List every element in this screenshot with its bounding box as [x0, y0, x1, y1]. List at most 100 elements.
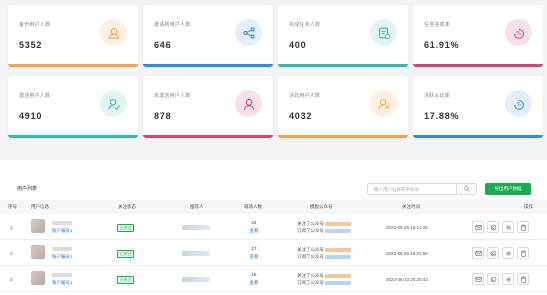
stat-label: 活跃占比率: [424, 93, 451, 99]
stat-accent-bar: [413, 64, 543, 67]
stat-accent-bar: [8, 64, 138, 67]
user-name-blurred: [52, 221, 72, 225]
template-line-2: 订阅了公众号: [297, 280, 351, 286]
row-actions: [472, 273, 529, 285]
user-active-icon: [370, 90, 397, 117]
refresh-icon: [490, 276, 496, 282]
template-line-1: 关注了公众号: [297, 273, 351, 279]
refresh-button[interactable]: [487, 273, 499, 285]
stat-card: 邀请新用户人数 646: [143, 5, 273, 67]
row-index: 1: [10, 225, 13, 230]
search-button[interactable]: [456, 184, 476, 194]
stat-accent-bar: [8, 135, 138, 138]
user-icon: [100, 19, 127, 46]
stat-card: 任务完成率 61.91%%: [413, 5, 543, 67]
stat-value: 400: [289, 40, 307, 50]
trash-icon: [520, 250, 526, 257]
template-line-2: 订阅了公众号: [297, 254, 351, 260]
trash-button[interactable]: [517, 221, 529, 233]
list-button[interactable]: [502, 273, 514, 285]
stat-value: 4032: [289, 111, 313, 121]
col-follow-status: 关注状态: [118, 204, 136, 209]
stat-card: 活跃用户人数 4032: [278, 76, 408, 138]
col-invite-count: 邀请人数: [244, 204, 262, 209]
account-link[interactable]: 账户编号1: [52, 280, 73, 286]
stats-cards: 备份用户人数 5352 邀请新用户人数 646 完成任务人数 400 任务完成率 61.91%…: [0, 0, 547, 148]
table-row: 2 账户编号1 已关注 17 查看 关注了公众号 订阅了公众号 2023-05-25 15:0…: [0, 240, 547, 266]
list-button[interactable]: [502, 247, 514, 259]
stat-accent-bar: [413, 135, 543, 138]
percent-icon: %: [505, 90, 532, 117]
search-box: [367, 183, 477, 195]
stat-value: 878: [154, 111, 172, 121]
table-row: 1 账户编号1 已关注 24 查看 关注了公众号 订阅了公众号 2023-05-25 15:1…: [0, 214, 547, 240]
list-icon: [505, 251, 511, 255]
account-link[interactable]: 账户编号1: [52, 254, 73, 260]
panel-title: 用户列表: [17, 186, 38, 192]
stat-card: 备份用户人数 5352: [8, 5, 138, 67]
svg-text:%: %: [516, 102, 521, 108]
stat-accent-bar: [278, 135, 408, 138]
list-icon: [505, 225, 511, 229]
stat-value: 5352: [19, 40, 43, 50]
refresh-icon: [490, 250, 496, 256]
stat-label: 活跃用户人数: [289, 93, 321, 99]
trash-icon: [520, 276, 526, 283]
mail-button[interactable]: [472, 273, 484, 285]
task-icon: [370, 19, 397, 46]
stat-card: 完成任务人数 400: [278, 5, 408, 67]
mail-icon: [474, 276, 482, 282]
template-line-1: 关注了公众号: [297, 247, 351, 253]
col-user-info: 用户信息: [31, 204, 49, 209]
list-button[interactable]: [502, 221, 514, 233]
trash-button[interactable]: [517, 247, 529, 259]
invite-view-link[interactable]: 查看: [246, 228, 262, 234]
stat-value: 61.91%: [424, 40, 460, 50]
refresh-button[interactable]: [487, 247, 499, 259]
stat-value: 17.88%: [424, 111, 460, 121]
trash-icon: [520, 224, 526, 231]
mail-icon: [474, 250, 482, 256]
mail-button[interactable]: [472, 247, 484, 259]
table-header: 序号 用户信息 关注状态 推荐人 邀请人数 模板公众号 关注时间 操作: [0, 199, 547, 214]
invite-view-link[interactable]: 查看: [246, 254, 262, 260]
follow-time: 2023-05-25 15:01:58: [386, 251, 428, 256]
mail-button[interactable]: [472, 221, 484, 233]
search-icon: [463, 186, 470, 192]
invite-count: 17: [251, 246, 257, 251]
col-referrer: 推荐人: [190, 204, 204, 209]
user-name-blurred: [52, 247, 72, 251]
stat-label: 备份用户人数: [19, 22, 51, 28]
export-button[interactable]: 导出用户数据: [485, 183, 531, 195]
trash-button[interactable]: [517, 273, 529, 285]
follow-time: 2023-05-25 15:11:09: [386, 225, 428, 230]
refresh-button[interactable]: [487, 221, 499, 233]
stat-accent-bar: [143, 64, 273, 67]
col-index: 序号: [8, 204, 17, 209]
refresh-icon: [490, 224, 496, 230]
stat-card: 未激活用户人数 878: [143, 76, 273, 138]
status-badge: 已关注: [117, 250, 135, 258]
search-input[interactable]: [368, 184, 456, 194]
template-line-2: 订阅了公众号: [297, 228, 351, 234]
list-icon: [505, 277, 511, 281]
col-follow-time: 关注时间: [402, 204, 420, 209]
account-link[interactable]: 账户编号1: [52, 228, 73, 234]
stat-card: 激活用户人数 4910: [8, 76, 138, 138]
row-index: 3: [10, 277, 13, 282]
mail-icon: [474, 224, 482, 230]
invite-count: 24: [251, 220, 257, 225]
stat-accent-bar: [143, 135, 273, 138]
invite-count: 16: [251, 272, 257, 277]
avatar: [31, 245, 45, 259]
col-template: 模板公众号: [310, 204, 333, 209]
row-index: 2: [10, 251, 13, 256]
stat-label: 激活用户人数: [19, 93, 51, 99]
stat-value: 4910: [19, 111, 43, 121]
user-check-icon: [100, 90, 127, 117]
invite-view-link[interactable]: 查看: [246, 280, 262, 286]
user-x-icon: [235, 90, 262, 117]
stat-accent-bar: [278, 64, 408, 67]
svg-text:%: %: [516, 31, 521, 37]
avatar: [31, 219, 45, 233]
